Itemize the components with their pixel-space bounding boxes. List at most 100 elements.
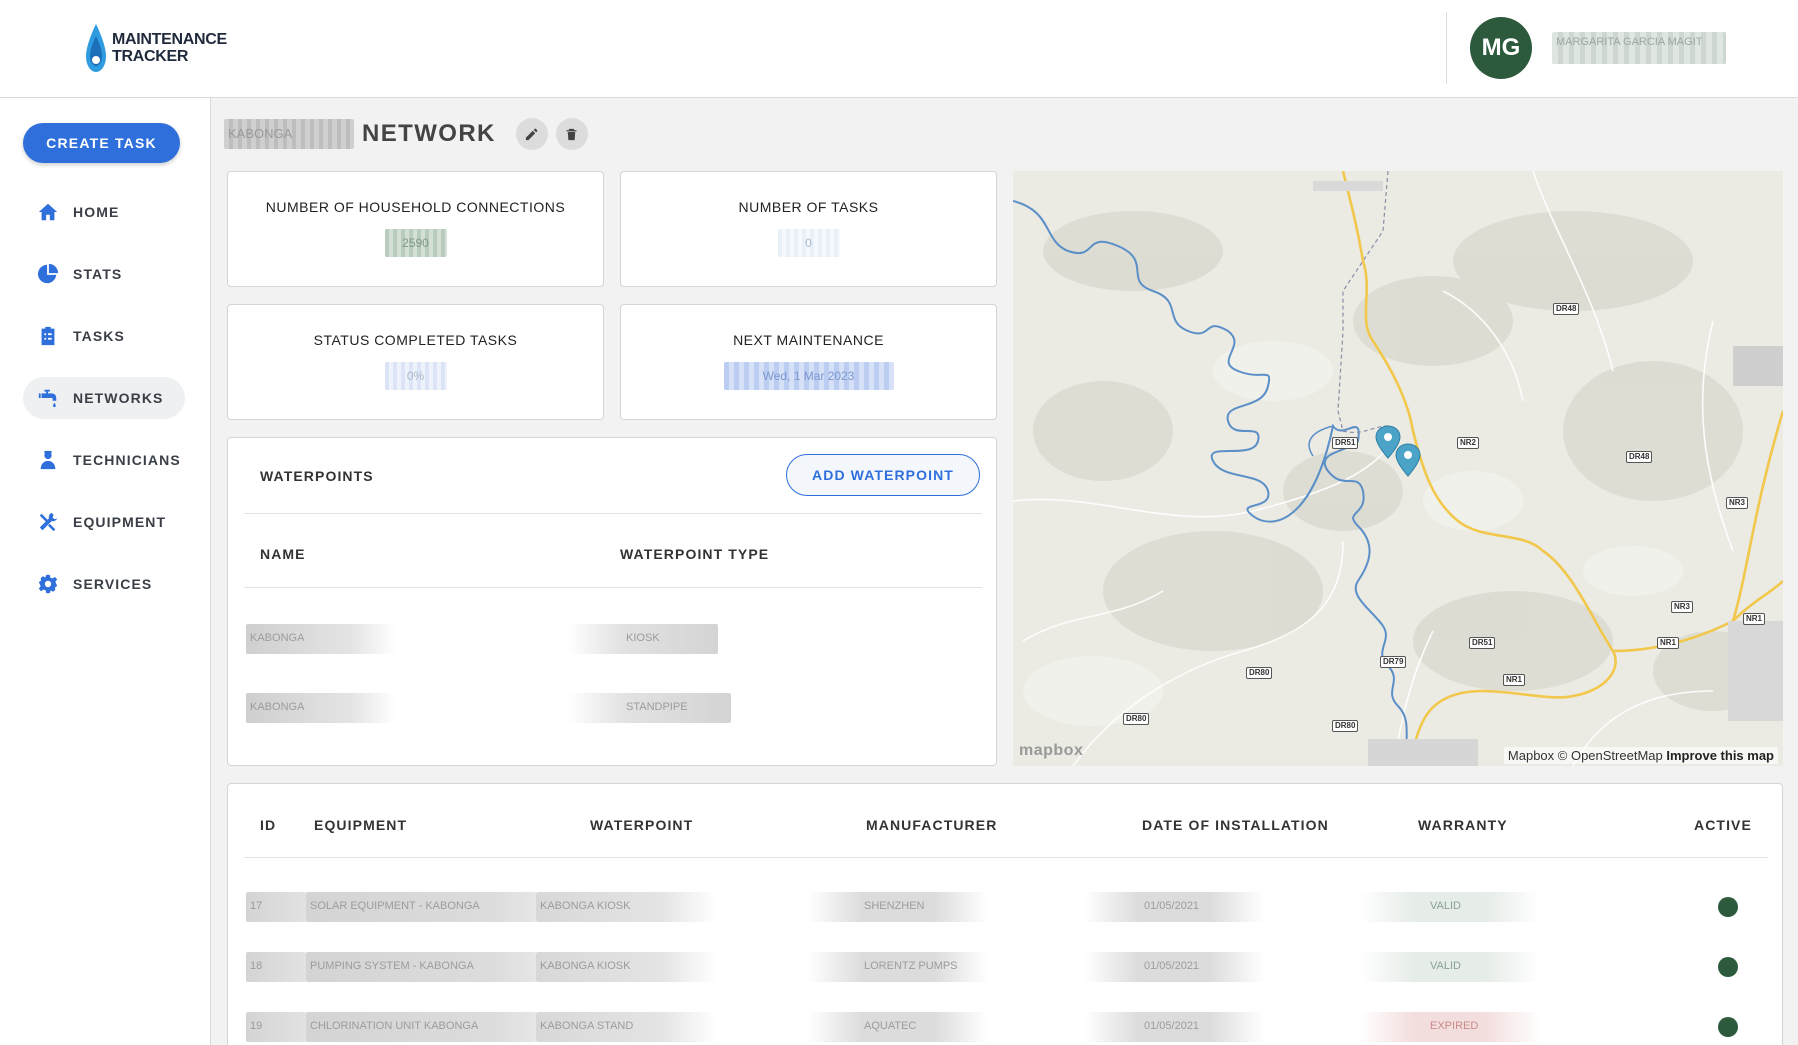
sidebar-item-stats[interactable]: STATS <box>23 253 185 295</box>
stat-label: NUMBER OF HOUSEHOLD CONNECTIONS <box>265 199 566 215</box>
header-divider <box>1446 12 1447 84</box>
equipment-warranty: VALID <box>1360 892 1540 922</box>
map-terrain <box>1013 171 1783 766</box>
completed-tasks-value: 0% <box>384 362 447 390</box>
household-connections-card: NUMBER OF HOUSEHOLD CONNECTIONS 2590 <box>227 171 604 287</box>
sidebar-item-technicians[interactable]: TECHNICIANS <box>23 439 185 481</box>
logo-line-2: TRACKER <box>112 48 189 65</box>
sidebar-item-label: EQUIPMENT <box>73 514 167 530</box>
stat-label: STATUS COMPLETED TASKS <box>313 332 518 348</box>
road-label: DR48 <box>1626 451 1653 463</box>
equipment-installation-date: 01/05/2021 <box>1084 892 1264 922</box>
road-label: NR1 <box>1503 674 1526 686</box>
equipment-warranty: EXPIRED <box>1360 1012 1540 1042</box>
column-header-waterpoint[interactable]: WATERPOINT <box>590 817 693 833</box>
sidebar-item-services[interactable]: SERVICES <box>23 563 185 605</box>
equipment-manufacturer: SHENZHEN <box>808 892 988 922</box>
column-header-waterpoint-type[interactable]: WATERPOINT TYPE <box>620 546 769 562</box>
sidebar-item-networks[interactable]: NETWORKS <box>23 377 185 419</box>
clipboard-icon <box>41 326 55 346</box>
road-label: DR51 <box>1332 437 1359 449</box>
add-waterpoint-button[interactable]: ADD WATERPOINT <box>786 454 980 496</box>
waterpoints-card: WATERPOINTS ADD WATERPOINT NAME WATERPOI… <box>227 437 997 766</box>
road-label: NR3 <box>1671 601 1694 613</box>
stat-label: NEXT MAINTENANCE <box>733 332 884 348</box>
sidebar-item-home[interactable]: HOME <box>23 191 185 233</box>
sidebar-item-label: TASKS <box>73 328 125 344</box>
divider <box>244 513 982 514</box>
map-attribution: Mapbox © OpenStreetMap Improve this map <box>1503 747 1778 764</box>
water-drop-logo-icon <box>86 24 106 72</box>
network-map[interactable]: DR48 NR2 DR48 NR3 DR51 DR51 DR79 NR1 DR8… <box>1013 171 1783 766</box>
equipment-waterpoint: KABONGA KIOSK <box>536 892 716 922</box>
logo-line-1: MAINTENANCE <box>112 31 227 48</box>
active-status-dot <box>1718 957 1738 977</box>
equipment-name: SOLAR EQUIPMENT - KABONGA <box>306 892 536 922</box>
faucet-icon <box>38 389 57 408</box>
road-label: DR80 <box>1246 667 1273 679</box>
column-header-name[interactable]: NAME <box>260 546 306 562</box>
equipment-warranty: VALID <box>1360 952 1540 982</box>
sidebar-item-label: NETWORKS <box>73 390 164 406</box>
user-name[interactable]: MARGARITA GARCIA MAGIT <box>1552 32 1726 64</box>
sidebar-item-equipment[interactable]: EQUIPMENT <box>23 501 185 543</box>
sidebar-item-label: STATS <box>73 266 123 282</box>
road-label: NR1 <box>1657 637 1680 649</box>
divider <box>244 857 1768 858</box>
waterpoint-name: KABONGA <box>246 693 396 723</box>
mapbox-logo[interactable]: mapbox <box>1019 742 1083 760</box>
pencil-icon <box>526 128 538 140</box>
create-task-button[interactable]: CREATE TASK <box>23 123 180 163</box>
equipment-table-card: ID EQUIPMENT WATERPOINT MANUFACTURER DAT… <box>227 783 1783 1045</box>
number-of-tasks-card: NUMBER OF TASKS 0 <box>620 171 997 287</box>
maintenance-tracker-logo[interactable]: MAINTENANCE TRACKER <box>84 22 227 74</box>
waterpoint-name: KABONGA <box>246 624 396 654</box>
edit-network-button[interactable] <box>515 118 548 150</box>
page-title: KABONGA NETWORK <box>224 116 588 152</box>
next-maintenance-card: NEXT MAINTENANCE Wed, 1 Mar 2023 <box>620 304 997 420</box>
active-status-dot <box>1718 897 1738 917</box>
road-label: NR2 <box>1457 437 1480 449</box>
waterpoints-title: WATERPOINTS <box>260 468 374 484</box>
waterpoint-type: STANDPIPE <box>568 693 731 723</box>
column-header-active[interactable]: ACTIVE <box>1694 817 1752 833</box>
tools-icon <box>39 512 58 532</box>
road-label: DR51 <box>1469 637 1496 649</box>
column-header-warranty[interactable]: WARRANTY <box>1418 817 1508 833</box>
column-header-id[interactable]: ID <box>260 817 276 833</box>
household-connections-value: 2590 <box>384 229 447 257</box>
column-header-date-of-installation[interactable]: DATE OF INSTALLATION <box>1142 817 1329 833</box>
pie-chart-icon <box>37 263 59 284</box>
equipment-id: 18 <box>246 952 306 982</box>
equipment-installation-date: 01/05/2021 <box>1084 1012 1264 1042</box>
attribution-text[interactable]: Mapbox © OpenStreetMap <box>1508 748 1663 763</box>
network-name: KABONGA <box>224 119 354 149</box>
column-header-equipment[interactable]: EQUIPMENT <box>314 817 407 833</box>
number-of-tasks-value: 0 <box>777 229 840 257</box>
improve-map-link[interactable]: Improve this map <box>1666 748 1774 763</box>
network-title-suffix: NETWORK <box>362 120 496 147</box>
equipment-id: 19 <box>246 1012 306 1042</box>
gear-icon <box>38 574 58 594</box>
road-label: DR79 <box>1380 656 1407 668</box>
avatar[interactable]: MG <box>1470 17 1532 79</box>
equipment-manufacturer: AQUATEC <box>808 1012 988 1042</box>
stat-label: NUMBER OF TASKS <box>738 199 879 215</box>
completed-tasks-card: STATUS COMPLETED TASKS 0% <box>227 304 604 420</box>
equipment-name: PUMPING SYSTEM - KABONGA <box>306 952 536 982</box>
equipment-name: CHLORINATION UNIT KABONGA <box>306 1012 536 1042</box>
active-status-dot <box>1718 1017 1738 1037</box>
column-header-manufacturer[interactable]: MANUFACTURER <box>866 817 997 833</box>
divider <box>244 587 982 588</box>
road-label: DR48 <box>1553 303 1580 315</box>
equipment-manufacturer: LORENTZ PUMPS <box>808 952 988 982</box>
next-maintenance-value: Wed, 1 Mar 2023 <box>723 362 894 390</box>
waterpoint-type: KIOSK <box>568 624 718 654</box>
sidebar-item-tasks[interactable]: TASKS <box>23 315 185 357</box>
road-label: NR3 <box>1726 497 1749 509</box>
delete-network-button[interactable] <box>555 118 588 150</box>
home-icon <box>38 203 58 221</box>
app-header: MAINTENANCE TRACKER MG MARGARITA GARCIA … <box>0 0 1798 98</box>
sidebar-item-label: SERVICES <box>73 576 153 592</box>
equipment-waterpoint: KABONGA STAND <box>536 1012 716 1042</box>
